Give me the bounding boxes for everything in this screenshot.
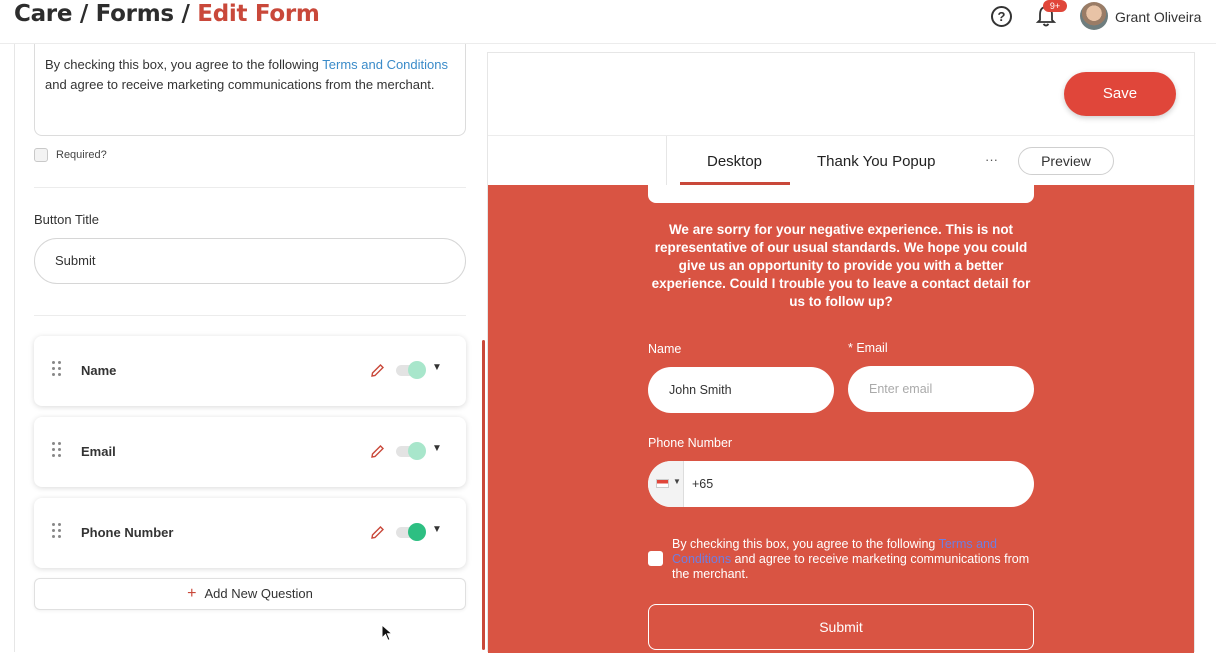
avatar[interactable]	[1080, 2, 1108, 30]
required-option: Required?	[34, 148, 107, 162]
breadcrumb-separator: /	[173, 1, 198, 27]
country-flag-dropdown[interactable]: ▼	[648, 461, 684, 507]
add-question-button[interactable]: + Add New Question	[34, 578, 466, 610]
form-settings-panel: By checking this box, you agree to the f…	[14, 44, 484, 652]
button-title-input[interactable]: Submit	[34, 238, 466, 284]
email-field[interactable]: Enter email	[848, 366, 1034, 412]
mouse-cursor-icon	[381, 624, 393, 642]
toggle-knob	[408, 361, 426, 379]
add-question-label: Add New Question	[204, 586, 313, 601]
breadcrumb-care[interactable]: Care	[14, 1, 72, 27]
scrollbar[interactable]	[482, 340, 485, 650]
notification-badge: 9+	[1043, 0, 1067, 12]
breadcrumb-separator: /	[72, 1, 96, 27]
drag-handle-icon[interactable]	[52, 523, 64, 541]
question-toggle[interactable]	[396, 442, 426, 460]
tab-desktop[interactable]: Desktop	[707, 153, 762, 170]
breadcrumb-forms[interactable]: Forms	[96, 1, 174, 27]
pencil-icon[interactable]	[370, 444, 385, 459]
consent-text: By checking this box, you agree to the f…	[672, 537, 1032, 582]
chevron-down-icon[interactable]: ▼	[432, 362, 442, 373]
top-bar: Care / Forms / Edit Form ? 9+ Grant Oliv…	[0, 0, 1216, 44]
caret-down-icon: ▼	[673, 477, 681, 486]
submit-button[interactable]: Submit	[648, 604, 1034, 650]
tabs-container: Desktop Thank You Popup ··· Preview	[666, 136, 1194, 186]
toggle-knob	[408, 442, 426, 460]
preview-tabs-bar: Desktop Thank You Popup ··· Preview	[488, 135, 1194, 186]
button-title-label: Button Title	[34, 212, 100, 227]
tab-thank-you-popup[interactable]: Thank You Popup	[817, 153, 935, 170]
question-card-name[interactable]: Name ▼	[34, 336, 466, 406]
form-message: We are sorry for your negative experienc…	[651, 222, 1031, 309]
terms-text: By checking this box, you agree to the f…	[45, 57, 323, 72]
chevron-down-icon[interactable]: ▼	[432, 443, 442, 454]
question-toggle[interactable]	[396, 361, 426, 379]
phone-field[interactable]: ▼ +65	[648, 461, 1034, 507]
toggle-knob	[408, 523, 426, 541]
email-field-label: * Email	[848, 341, 888, 355]
pencil-icon[interactable]	[370, 363, 385, 378]
phone-value: +65	[692, 477, 714, 491]
help-icon[interactable]: ?	[991, 6, 1012, 27]
required-label: Required?	[56, 149, 107, 161]
more-icon[interactable]: ···	[985, 152, 998, 167]
question-name: Name	[81, 363, 117, 378]
save-button[interactable]: Save	[1064, 72, 1176, 116]
form-canvas: We are sorry for your negative experienc…	[488, 185, 1194, 653]
user-name[interactable]: Grant Oliveira	[1115, 9, 1201, 25]
terms-text-box[interactable]: By checking this box, you agree to the f…	[34, 44, 466, 136]
singapore-flag-icon	[656, 479, 669, 488]
question-name: Email	[81, 444, 116, 459]
question-toggle[interactable]	[396, 523, 426, 541]
drag-handle-icon[interactable]	[52, 442, 64, 460]
question-card-email[interactable]: Email ▼	[34, 417, 466, 487]
plus-icon: +	[187, 585, 197, 602]
previous-card-edge	[648, 185, 1034, 203]
terms-link[interactable]: Terms and Conditions	[322, 57, 448, 72]
pencil-icon[interactable]	[370, 525, 385, 540]
question-name: Phone Number	[81, 525, 174, 540]
divider	[34, 315, 466, 316]
breadcrumb-current: Edit Form	[197, 1, 320, 27]
preview-button[interactable]: Preview	[1018, 147, 1114, 175]
consent-text-part: By checking this box, you agree to the f…	[672, 537, 939, 551]
consent-checkbox[interactable]	[648, 551, 663, 566]
name-field-label: Name	[648, 342, 682, 356]
name-field[interactable]: John Smith	[648, 367, 834, 413]
required-checkbox[interactable]	[34, 148, 48, 162]
drag-handle-icon[interactable]	[52, 361, 64, 379]
divider	[34, 187, 466, 188]
form-preview-panel: Save Desktop Thank You Popup ··· Preview…	[487, 52, 1195, 653]
chevron-down-icon[interactable]: ▼	[432, 524, 442, 535]
phone-field-label: Phone Number	[648, 436, 733, 450]
terms-text: and agree to receive marketing communica…	[45, 77, 435, 92]
question-card-phone[interactable]: Phone Number ▼	[34, 498, 466, 568]
breadcrumb: Care / Forms / Edit Form	[14, 1, 320, 27]
